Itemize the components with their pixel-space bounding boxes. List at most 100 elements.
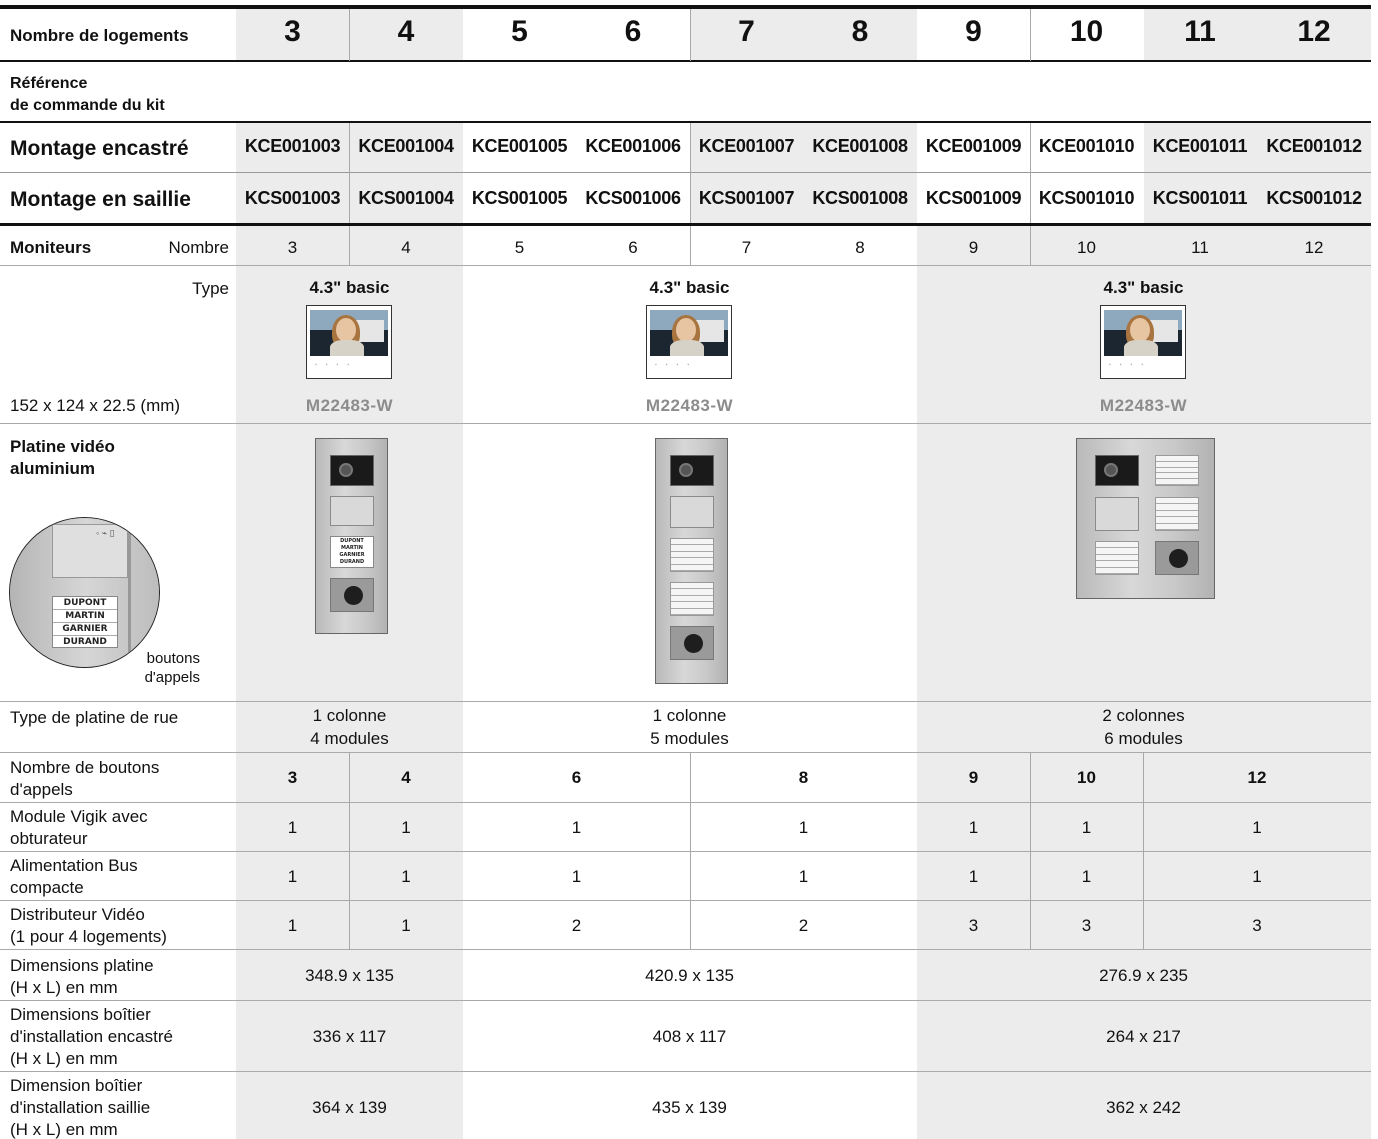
rule-encastre-top <box>0 121 1371 123</box>
boutons-val-7: 12 <box>1247 768 1267 787</box>
rule-top <box>0 5 1371 9</box>
distrib-val-4: 2 <box>798 915 809 935</box>
moniteurs-nombre-label: Nombre <box>168 238 229 257</box>
moniteurs-type-label: Type <box>192 279 229 298</box>
boutons-label-line1: Nombre de boutons <box>10 758 160 777</box>
vigik-val-7: 1 <box>1252 817 1262 837</box>
ref-label-line2: de commande du kit <box>10 97 165 114</box>
dim-platine-val-1: 348.9 x 135 <box>305 965 394 985</box>
alim-val-2: 1 <box>401 866 411 886</box>
vigik-val-2: 1 <box>401 817 411 837</box>
nombre-11: 11 <box>1191 238 1209 257</box>
boutons-val-1: 3 <box>287 768 298 787</box>
saillie-ref-6: KCS001006 <box>585 188 681 208</box>
street-panel-6-modules <box>1076 438 1215 599</box>
distrib-val-5: 3 <box>968 915 979 935</box>
header-col-8: 8 <box>851 15 869 48</box>
distrib-val-1: 1 <box>287 915 298 935</box>
encastre-label: Montage encastré <box>10 137 189 160</box>
monitor-image-2: ▪▪▪▪ <box>646 305 732 379</box>
type-platine-3-line1: 2 colonnes <box>1102 706 1185 725</box>
boutons-val-6: 10 <box>1077 768 1096 787</box>
distrib-label-line1: Distributeur Vidéo <box>10 905 145 924</box>
encastre-ref-10: KCE001010 <box>1038 136 1135 156</box>
encastre-ref-5: KCE001005 <box>471 136 568 156</box>
rule-nombre-bottom <box>0 265 1371 266</box>
saillie-ref-3: KCS001003 <box>244 188 341 208</box>
nombre-7: 7 <box>741 238 752 257</box>
nombre-10: 10 <box>1077 238 1096 257</box>
alim-val-6: 1 <box>1081 866 1092 886</box>
vigik-val-6: 1 <box>1081 817 1092 837</box>
dim-encastre-val-1: 336 x 117 <box>312 1026 387 1046</box>
panel1-name-2: MARTIN <box>341 545 363 551</box>
zoom-name-4: DURAND <box>63 637 107 647</box>
dim-saillie-val-2: 435 x 139 <box>652 1097 727 1117</box>
street-panel-4-modules: DUPONT MARTIN GARNIER DURAND <box>315 438 388 634</box>
zoom-name-2: MARTIN <box>53 610 117 623</box>
saillie-ref-7: KCS001007 <box>698 188 795 208</box>
rule-saillie-bottom <box>0 223 1371 226</box>
dim-encastre-val-2: 408 x 117 <box>652 1026 727 1046</box>
header-col-4: 4 <box>397 15 415 48</box>
saillie-ref-5: KCS001005 <box>471 188 568 208</box>
dim-platine-label-line2: (H x L) en mm <box>10 978 118 997</box>
saillie-ref-12: KCS001012 <box>1266 188 1362 208</box>
vigik-val-4: 1 <box>798 817 809 837</box>
dim-platine-label-line1: Dimensions platine <box>10 956 154 975</box>
alim-val-5: 1 <box>968 866 979 886</box>
nombre-6: 6 <box>628 238 638 257</box>
monitor-ref-3: M22483-W <box>1099 396 1188 415</box>
header-col-6: 6 <box>624 15 642 48</box>
header-col-10: 10 <box>1069 15 1104 48</box>
type-platine-group-1: 1 colonne 4 modules <box>236 702 463 752</box>
header-col-9: 9 <box>965 15 982 48</box>
call-buttons-zoom: ◦ ⌁ ▯ DUPONT MARTIN GARNIER DURAND <box>9 517 160 668</box>
panel1-name-3: GARNIER <box>339 552 365 558</box>
boutons-val-4: 8 <box>798 768 809 787</box>
encastre-ref-8: KCE001008 <box>812 136 908 156</box>
nombre-5: 5 <box>514 238 525 257</box>
saillie-label: Montage en saillie <box>10 188 191 211</box>
dim-saillie-label-line3: (H x L) en mm <box>10 1120 118 1139</box>
nombre-9: 9 <box>968 238 979 257</box>
header-label: Nombre de logements <box>10 26 189 45</box>
boutons-val-5: 9 <box>968 768 979 787</box>
monitor-type-2: 4.3" basic <box>649 278 730 297</box>
callout-label-line1: boutons <box>146 650 200 667</box>
panel1-names: DUPONT MARTIN GARNIER DURAND <box>330 536 374 568</box>
nombre-4: 4 <box>401 238 411 257</box>
type-platine-label: Type de platine de rue <box>10 708 179 727</box>
vigik-label-line1: Module Vigik avec <box>10 807 148 826</box>
distrib-val-7: 3 <box>1252 915 1262 935</box>
callout-label-line2: d'appels <box>144 669 200 686</box>
vigik-label-line2: obturateur <box>10 829 88 848</box>
nombre-12: 12 <box>1304 238 1324 257</box>
dim-platine-val-3: 276.9 x 235 <box>1099 965 1188 985</box>
rule-moniteurs-bottom <box>0 423 1371 424</box>
type-platine-1-line1: 1 colonne <box>312 706 387 725</box>
encastre-ref-12: KCE001012 <box>1266 136 1362 156</box>
header-col-3: 3 <box>284 15 301 48</box>
monitor-type-1: 4.3" basic <box>309 278 390 297</box>
distrib-val-6: 3 <box>1081 915 1092 935</box>
encastre-ref-4: KCE001004 <box>358 136 454 156</box>
alim-label-line2: compacte <box>10 878 84 897</box>
zoom-name-3: GARNIER <box>53 623 117 636</box>
saillie-ref-4: KCS001004 <box>358 188 454 208</box>
dim-saillie-label-line2: d'installation saillie <box>10 1098 151 1117</box>
dim-saillie-val-1: 364 x 139 <box>312 1097 387 1117</box>
monitor-ref-1: M22483-W <box>305 396 394 415</box>
distrib-val-3: 2 <box>571 915 582 935</box>
saillie-ref-11: KCS001011 <box>1152 188 1248 208</box>
alim-label-line1: Alimentation Bus <box>10 856 138 875</box>
saillie-ref-8: KCS001008 <box>812 188 908 208</box>
encastre-ref-7: KCE001007 <box>698 136 795 156</box>
encastre-ref-11: KCE001011 <box>1152 136 1248 156</box>
street-panel-5-modules <box>655 438 728 684</box>
vigik-val-5: 1 <box>968 817 979 837</box>
type-platine-3-line2: 6 modules <box>1104 729 1183 748</box>
alim-val-4: 1 <box>798 866 809 886</box>
encastre-ref-6: KCE001006 <box>585 136 681 156</box>
ref-label-line1: Référence <box>10 75 88 92</box>
